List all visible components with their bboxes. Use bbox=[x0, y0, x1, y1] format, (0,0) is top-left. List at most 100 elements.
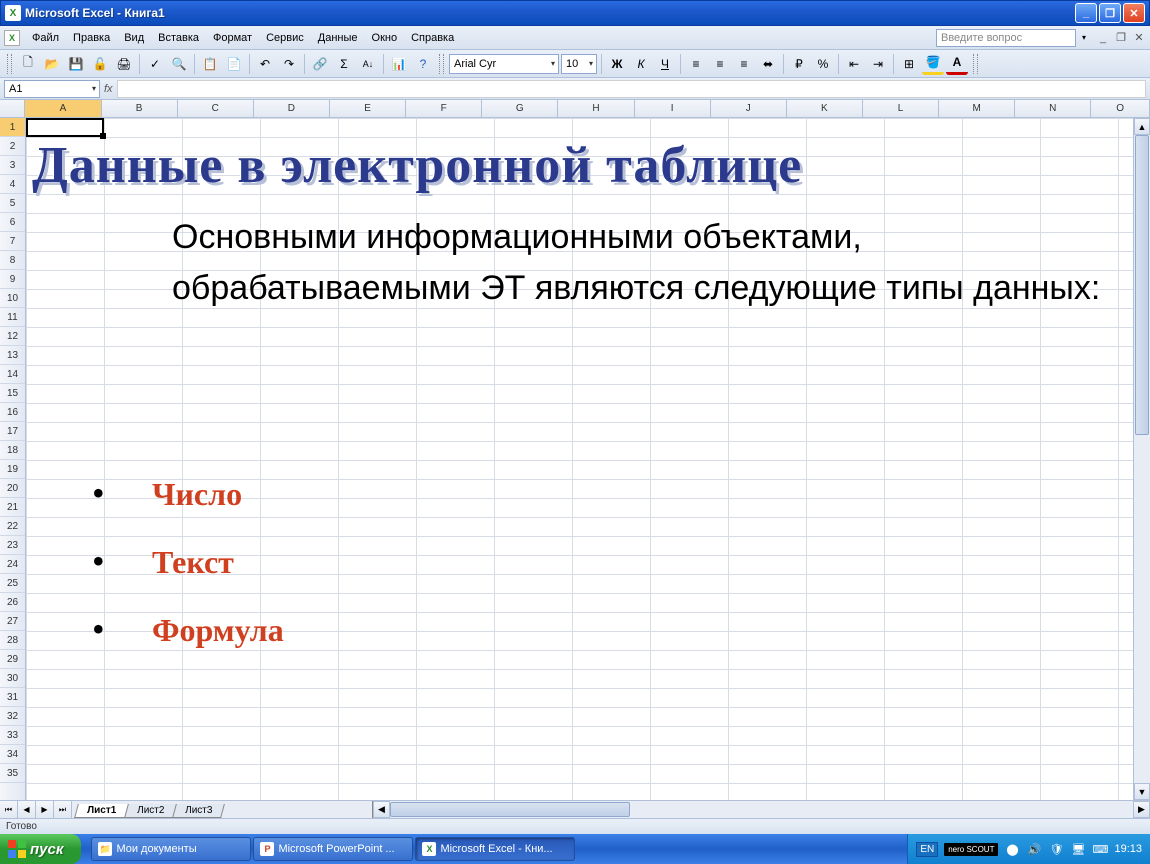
row-head-1[interactable]: 1 bbox=[0, 118, 25, 137]
row-head-16[interactable]: 16 bbox=[0, 403, 25, 422]
menu-window[interactable]: Окно bbox=[366, 30, 404, 46]
doc-restore-button[interactable]: ❐ bbox=[1114, 31, 1128, 45]
row-head-7[interactable]: 7 bbox=[0, 232, 25, 251]
row-head-2[interactable]: 2 bbox=[0, 137, 25, 156]
taskbar-item-powerpoint[interactable]: P Microsoft PowerPoint ... bbox=[253, 837, 413, 861]
sheet-last-icon[interactable]: ⏭ bbox=[54, 801, 72, 818]
sort-icon[interactable]: A↓ bbox=[357, 53, 379, 75]
col-head-K[interactable]: K bbox=[787, 100, 863, 117]
col-head-M[interactable]: M bbox=[939, 100, 1015, 117]
row-head-21[interactable]: 21 bbox=[0, 498, 25, 517]
row-head-8[interactable]: 8 bbox=[0, 251, 25, 270]
open-icon[interactable]: 📂 bbox=[41, 53, 63, 75]
row-head-32[interactable]: 32 bbox=[0, 707, 25, 726]
active-cell-cursor[interactable] bbox=[26, 118, 104, 137]
menu-tools[interactable]: Сервис bbox=[260, 30, 310, 46]
chart-icon[interactable]: 📊 bbox=[388, 53, 410, 75]
col-head-A[interactable]: A bbox=[25, 100, 101, 117]
row-head-22[interactable]: 22 bbox=[0, 517, 25, 536]
save-icon[interactable]: 💾 bbox=[65, 53, 87, 75]
menu-data[interactable]: Данные bbox=[312, 30, 364, 46]
formula-input[interactable] bbox=[117, 80, 1146, 98]
increase-indent-icon[interactable]: ⇥ bbox=[867, 53, 889, 75]
redo-icon[interactable]: ↷ bbox=[278, 53, 300, 75]
row-head-4[interactable]: 4 bbox=[0, 175, 25, 194]
col-head-I[interactable]: I bbox=[635, 100, 711, 117]
autosum-icon[interactable]: Σ bbox=[333, 53, 355, 75]
col-head-L[interactable]: L bbox=[863, 100, 939, 117]
taskbar-item-documents[interactable]: 📁 Мои документы bbox=[91, 837, 251, 861]
col-head-F[interactable]: F bbox=[406, 100, 482, 117]
menu-insert[interactable]: Вставка bbox=[152, 30, 205, 46]
row-head-11[interactable]: 11 bbox=[0, 308, 25, 327]
horizontal-scrollbar[interactable]: ◀ ▶ bbox=[372, 801, 1150, 818]
row-head-26[interactable]: 26 bbox=[0, 593, 25, 612]
col-head-E[interactable]: E bbox=[330, 100, 406, 117]
row-head-35[interactable]: 35 bbox=[0, 764, 25, 783]
row-head-15[interactable]: 15 bbox=[0, 384, 25, 403]
menu-view[interactable]: Вид bbox=[118, 30, 150, 46]
sheet-tab-2[interactable]: Лист2 bbox=[124, 804, 177, 818]
window-maximize-button[interactable]: ❐ bbox=[1099, 3, 1121, 23]
merge-center-icon[interactable]: ⬌ bbox=[757, 53, 779, 75]
row-head-24[interactable]: 24 bbox=[0, 555, 25, 574]
row-head-30[interactable]: 30 bbox=[0, 669, 25, 688]
col-head-G[interactable]: G bbox=[482, 100, 558, 117]
row-head-20[interactable]: 20 bbox=[0, 479, 25, 498]
nero-scout-icon[interactable]: nero SCOUT bbox=[944, 843, 998, 856]
row-head-14[interactable]: 14 bbox=[0, 365, 25, 384]
row-head-18[interactable]: 18 bbox=[0, 441, 25, 460]
spelling-icon[interactable]: ✓ bbox=[144, 53, 166, 75]
font-name-select[interactable]: Arial Cyr bbox=[449, 54, 559, 74]
sheet-tab-3[interactable]: Лист3 bbox=[173, 804, 226, 818]
align-right-icon[interactable]: ≡ bbox=[733, 53, 755, 75]
row-head-31[interactable]: 31 bbox=[0, 688, 25, 707]
window-minimize-button[interactable]: _ bbox=[1075, 3, 1097, 23]
toolbar-handle[interactable] bbox=[7, 54, 12, 74]
doc-minimize-button[interactable]: _ bbox=[1096, 31, 1110, 45]
row-head-25[interactable]: 25 bbox=[0, 574, 25, 593]
sheet-prev-icon[interactable]: ◀ bbox=[18, 801, 36, 818]
tray-icon-3[interactable]: 🛡 bbox=[1048, 841, 1064, 857]
undo-icon[interactable]: ↶ bbox=[254, 53, 276, 75]
percent-icon[interactable]: % bbox=[812, 53, 834, 75]
borders-icon[interactable]: ⊞ bbox=[898, 53, 920, 75]
col-head-O[interactable]: O bbox=[1091, 100, 1150, 117]
fill-color-icon[interactable]: 🪣 bbox=[922, 53, 944, 75]
toolbar-handle-2[interactable] bbox=[439, 54, 444, 74]
tray-icon-2[interactable]: 🔊 bbox=[1026, 841, 1042, 857]
tray-icon-1[interactable]: ⬤ bbox=[1004, 841, 1020, 857]
vscroll-thumb[interactable] bbox=[1135, 135, 1149, 435]
vscroll-track[interactable] bbox=[1134, 135, 1150, 783]
select-all-corner[interactable] bbox=[0, 100, 25, 117]
help-search-input[interactable]: Введите вопрос bbox=[936, 29, 1076, 47]
window-close-button[interactable]: ✕ bbox=[1123, 3, 1145, 23]
permission-icon[interactable]: 🔓 bbox=[89, 53, 111, 75]
worksheet-grid[interactable]: 1234567891011121314151617181920212223242… bbox=[0, 118, 1133, 800]
help-dropdown-icon[interactable]: ▾ bbox=[1082, 33, 1086, 42]
sheet-first-icon[interactable]: ⏮ bbox=[0, 801, 18, 818]
align-left-icon[interactable]: ≡ bbox=[685, 53, 707, 75]
row-head-17[interactable]: 17 bbox=[0, 422, 25, 441]
tray-keyboard-icon[interactable]: ⌨ bbox=[1092, 841, 1108, 857]
col-head-B[interactable]: B bbox=[102, 100, 178, 117]
col-head-N[interactable]: N bbox=[1015, 100, 1091, 117]
col-head-D[interactable]: D bbox=[254, 100, 330, 117]
row-head-3[interactable]: 3 bbox=[0, 156, 25, 175]
research-icon[interactable]: 🔍 bbox=[168, 53, 190, 75]
scroll-left-icon[interactable]: ◀ bbox=[373, 801, 390, 818]
taskbar-clock[interactable]: 19:13 bbox=[1114, 843, 1142, 855]
row-head-5[interactable]: 5 bbox=[0, 194, 25, 213]
start-button[interactable]: пуск bbox=[0, 834, 81, 864]
row-head-12[interactable]: 12 bbox=[0, 327, 25, 346]
help-icon[interactable]: ? bbox=[412, 53, 434, 75]
row-head-34[interactable]: 34 bbox=[0, 745, 25, 764]
menu-help[interactable]: Справка bbox=[405, 30, 460, 46]
align-center-icon[interactable]: ≡ bbox=[709, 53, 731, 75]
tray-icon-4[interactable]: 🖥 bbox=[1070, 841, 1086, 857]
col-head-H[interactable]: H bbox=[558, 100, 634, 117]
row-head-23[interactable]: 23 bbox=[0, 536, 25, 555]
doc-close-button[interactable]: ✕ bbox=[1132, 31, 1146, 45]
bold-icon[interactable]: Ж bbox=[606, 53, 628, 75]
hscroll-thumb[interactable] bbox=[390, 802, 630, 817]
